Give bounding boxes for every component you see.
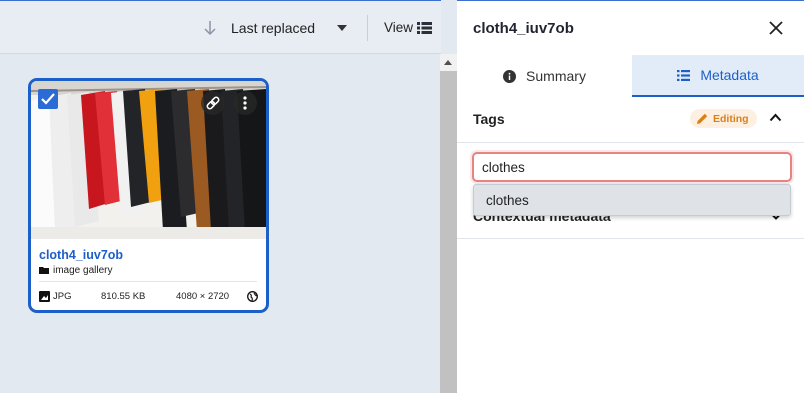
chevron-down-icon[interactable] (337, 25, 347, 31)
tags-label: Tags (473, 111, 505, 127)
tab-summary[interactable]: Summary (457, 55, 632, 97)
asset-meta-row: JPG 810.55 KB 4080 × 2720 (39, 291, 259, 303)
divider (39, 281, 257, 282)
scroll-up-button[interactable] (440, 54, 457, 71)
list-icon (677, 69, 691, 81)
select-checkbox[interactable] (38, 89, 58, 109)
asset-title[interactable]: cloth4_iuv7ob (39, 248, 123, 262)
chevron-up-icon[interactable] (769, 113, 782, 122)
toolbar: Last replaced View (0, 0, 441, 54)
info-icon (503, 69, 517, 83)
checkmark-icon (41, 93, 55, 105)
tag-suggestions-dropdown: clothes (473, 184, 791, 216)
asset-details-panel: cloth4_iuv7ob Summary Metadata Tags Edit… (457, 0, 804, 393)
tag-suggestion-item[interactable]: clothes (486, 193, 529, 208)
panel-title: cloth4_iuv7ob (473, 20, 574, 37)
asset-format: JPG (53, 291, 72, 302)
tags-section-header[interactable]: Tags Editing (457, 97, 804, 143)
tab-metadata-label: Metadata (700, 67, 759, 83)
globe-icon (247, 291, 258, 302)
arrow-up-icon (444, 60, 452, 65)
editing-badge: Editing (690, 109, 757, 128)
folder-label: image gallery (53, 264, 113, 276)
media-library-area: Last replaced View cloth4_iuv7ob image g… (0, 0, 457, 393)
more-options-button[interactable] (233, 91, 257, 115)
pencil-icon (697, 113, 708, 124)
tags-input[interactable] (472, 152, 792, 182)
vertical-scrollbar[interactable] (440, 54, 457, 393)
asset-folder[interactable]: image gallery (39, 264, 112, 276)
image-icon (39, 291, 50, 302)
copy-link-button[interactable] (201, 91, 225, 115)
folder-icon (39, 267, 49, 274)
sort-direction-icon[interactable] (203, 19, 217, 37)
more-vertical-icon (243, 96, 247, 110)
asset-thumbnail[interactable] (31, 81, 266, 239)
panel-tabs: Summary Metadata (457, 55, 804, 97)
asset-size: 810.55 KB (101, 291, 146, 302)
asset-dimensions: 4080 × 2720 (176, 291, 230, 302)
sort-select-label[interactable]: Last replaced (231, 20, 315, 36)
clothes-rack-image (31, 81, 266, 239)
toolbar-divider (367, 15, 368, 41)
scrollbar-thumb[interactable] (440, 71, 457, 393)
link-icon (206, 96, 220, 110)
view-button-label[interactable]: View (384, 20, 413, 35)
close-icon[interactable] (769, 21, 783, 35)
list-view-icon[interactable] (417, 22, 432, 34)
asset-card[interactable]: cloth4_iuv7ob image gallery JPG 810.55 K… (28, 78, 269, 313)
tab-summary-label: Summary (526, 68, 586, 84)
tab-metadata[interactable]: Metadata (632, 55, 804, 97)
editing-label: Editing (713, 112, 749, 125)
